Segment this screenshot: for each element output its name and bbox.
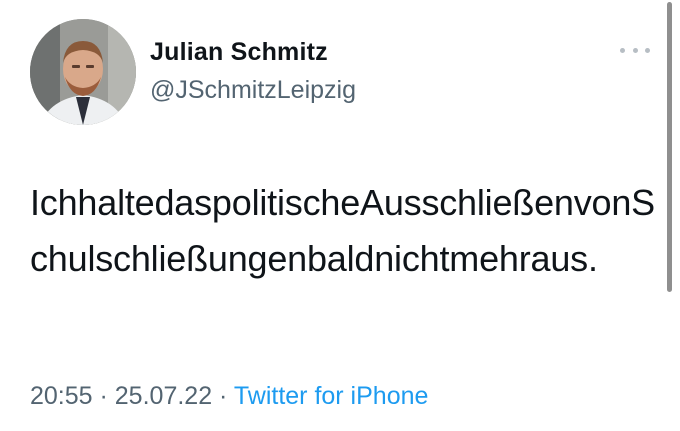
scrollbar[interactable] [667, 2, 672, 292]
tweet-meta: 20:55 · 25.07.22 · Twitter for iPhone [30, 382, 428, 411]
tweet-date[interactable]: 25.07.22 [115, 382, 212, 410]
more-dot [632, 47, 638, 53]
meta-separator: · [212, 382, 234, 410]
more-dot [645, 47, 650, 53]
avatar-photo [30, 19, 136, 125]
tweet-source-link[interactable]: Twitter for iPhone [234, 382, 429, 410]
author-name[interactable]: Julian Schmitz [150, 38, 328, 67]
more-horizontal-icon[interactable] [620, 40, 650, 60]
tweet-text: IchhaltedaspolitischeAusschließenvonSchu… [30, 182, 655, 279]
avatar[interactable] [30, 19, 136, 125]
meta-separator: · [92, 382, 115, 410]
tweet-time[interactable]: 20:55 [30, 382, 93, 410]
author-handle[interactable]: @JSchmitzLeipzig [150, 76, 356, 105]
tweet-card: Julian Schmitz @JSchmitzLeipzig Ichhalte… [0, 0, 680, 431]
more-dot [620, 47, 625, 53]
